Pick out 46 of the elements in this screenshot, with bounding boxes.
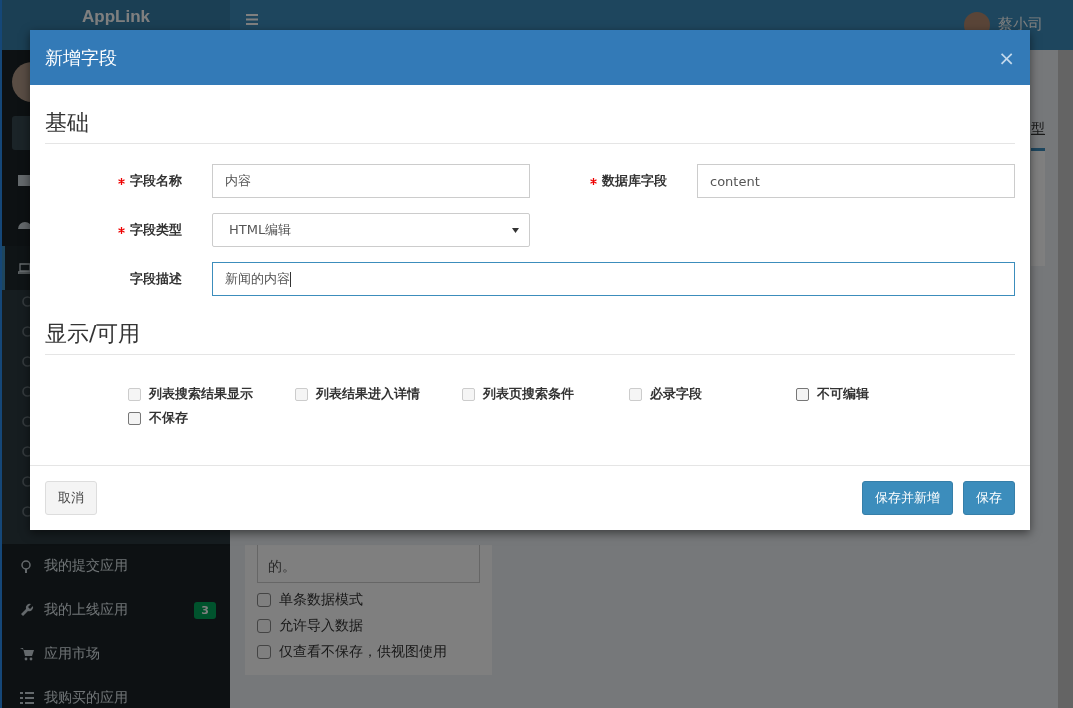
- save-button[interactable]: 保存: [963, 481, 1015, 515]
- checkbox-label: 不可编辑: [817, 385, 869, 403]
- sidebar-item[interactable]: 我的上线应用 3: [2, 588, 230, 632]
- field-label: 字段名称: [130, 172, 182, 190]
- cancel-button[interactable]: 取消: [45, 481, 97, 515]
- tab[interactable]: 型: [1031, 120, 1045, 138]
- wrench-icon: [20, 603, 34, 617]
- dialog-title: 新增字段: [45, 45, 118, 70]
- laptop-icon: [18, 262, 32, 274]
- cart-icon: [20, 647, 34, 661]
- checkbox-label: 单条数据模式: [279, 591, 363, 609]
- sidebar-item[interactable]: 我的提交应用: [2, 544, 230, 588]
- scrollbar[interactable]: [1058, 50, 1073, 708]
- save-button[interactable]: 保存并新增: [862, 481, 953, 515]
- checkbox-label: 列表搜索结果显示: [149, 385, 253, 403]
- lightbulb-icon: [20, 559, 32, 573]
- checkbox-label: 仅查看不保存，供视图使用: [279, 643, 447, 661]
- input-field[interactable]: content: [697, 164, 1015, 198]
- close-icon[interactable]: ×: [998, 45, 1015, 70]
- field-label: 数据库字段: [602, 172, 667, 190]
- checkbox[interactable]: [257, 619, 271, 633]
- checkbox-label: 列表结果进入详情: [316, 385, 420, 403]
- sidebar-item[interactable]: 我购买的应用: [2, 676, 230, 708]
- type-select[interactable]: HTML编辑: [212, 213, 530, 247]
- checkbox-label: 不保存: [149, 409, 188, 427]
- app-logo: AppLink: [82, 7, 150, 27]
- checkbox-label: 必录字段: [650, 385, 702, 403]
- input-field[interactable]: 内容: [212, 164, 530, 198]
- menu-icon[interactable]: [246, 14, 258, 25]
- section-title: 显示/可用: [45, 320, 142, 348]
- field-label: 字段类型: [130, 221, 182, 239]
- checkbox[interactable]: [257, 645, 271, 659]
- search-field[interactable]: [12, 116, 30, 150]
- description-textarea[interactable]: 的。: [257, 545, 480, 583]
- checkbox-label: 列表页搜索条件: [483, 385, 574, 403]
- input-field[interactable]: 新闻的内容: [212, 262, 1015, 296]
- section-title: 基础: [45, 109, 90, 137]
- count-badge: 3: [194, 601, 216, 619]
- caret-icon: [512, 227, 519, 233]
- sidebar-item[interactable]: 应用市场: [2, 632, 230, 676]
- checkbox-label: 允许导入数据: [279, 617, 363, 635]
- checkbox[interactable]: [128, 411, 141, 425]
- checkbox[interactable]: [796, 387, 809, 401]
- list-icon: [20, 692, 34, 704]
- checkbox[interactable]: [257, 593, 271, 607]
- field-label: 字段描述: [130, 270, 182, 288]
